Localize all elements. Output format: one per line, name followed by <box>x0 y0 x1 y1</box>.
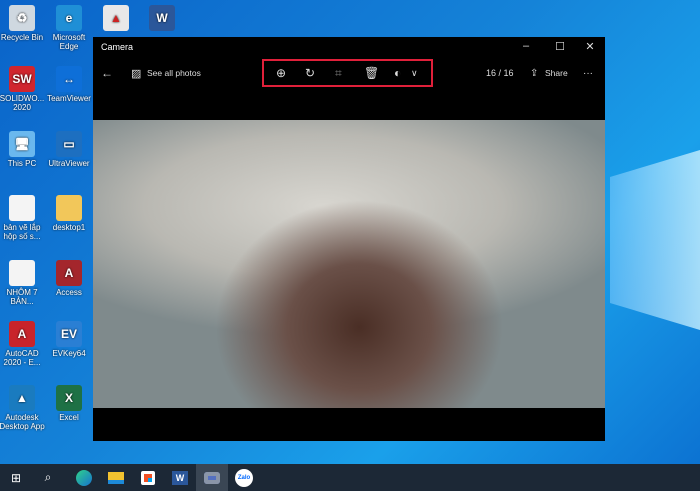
desktop-icon[interactable]: ▭ UltraViewer <box>46 131 92 168</box>
desktop-icon[interactable]: EV EVKey64 <box>46 321 92 358</box>
desktop-icon-label: SOLIDWO... 2020 <box>0 94 45 112</box>
file-explorer-icon[interactable] <box>100 464 132 491</box>
desktop-icon-label: UltraViewer <box>48 159 90 168</box>
desktop-icon[interactable]: desktop1 <box>46 195 92 232</box>
desktop-icon[interactable]: X Excel <box>46 385 92 422</box>
start-button[interactable]: ⊞ <box>0 464 32 491</box>
maximize-button[interactable]: ☐ <box>552 40 568 53</box>
share-button[interactable]: Share <box>545 68 568 78</box>
app-icon: ▲ <box>9 385 35 411</box>
app-icon: ↔ <box>56 66 82 92</box>
app-icon <box>9 260 35 286</box>
desktop-icon[interactable]: e Microsoft Edge <box>46 5 92 51</box>
desktop-icon[interactable]: ↔ TeamViewer <box>46 66 92 103</box>
desktop-icon[interactable]: ▲ Autodesk Desktop App <box>0 385 45 431</box>
desktop-icon-label: AutoCAD 2020 - E... <box>3 349 41 367</box>
close-button[interactable]: ✕ <box>582 40 598 53</box>
desktop-icon[interactable]: A AutoCAD 2020 - E... <box>0 321 45 367</box>
desktop-icon[interactable]: A Access <box>46 260 92 297</box>
search-icon[interactable]: ⌕ <box>32 464 64 491</box>
store-icon[interactable] <box>132 464 164 491</box>
app-icon: ▲ <box>103 5 129 31</box>
desktop-icon[interactable]: W <box>139 5 185 33</box>
app-icon: EV <box>56 321 82 347</box>
highlight-box <box>262 59 433 87</box>
share-icon[interactable]: ⇪ <box>530 68 538 79</box>
app-icon: 🖥 <box>9 131 35 157</box>
app-icon: X <box>56 385 82 411</box>
desktop-icon-label: This PC <box>7 159 37 168</box>
app-icon: A <box>56 260 82 286</box>
taskbar: ⊞ ⌕ W Zalo <box>0 464 700 491</box>
desktop-icon[interactable]: ♻ Recycle Bin <box>0 5 45 42</box>
desktop-icon-label: TeamViewer <box>47 94 91 103</box>
desktop-icon-label: Autodesk Desktop App <box>0 413 45 431</box>
see-all-photos-link[interactable]: See all photos <box>147 68 201 78</box>
app-icon: ♻ <box>9 5 35 31</box>
wallpaper-light <box>610 150 700 330</box>
blurred-photo <box>93 120 605 408</box>
desktop-icon-label: Microsoft Edge <box>52 33 86 51</box>
image-icon[interactable]: ▨ <box>131 67 141 80</box>
photo-counter: 16 / 16 <box>486 68 514 78</box>
app-icon: ▭ <box>56 131 82 157</box>
app-icon: W <box>149 5 175 31</box>
edge-icon[interactable] <box>68 464 100 491</box>
app-icon: A <box>9 321 35 347</box>
app-icon: SW <box>9 66 35 92</box>
desktop-icon[interactable]: SW SOLIDWO... 2020 <box>0 66 45 112</box>
desktop-icon[interactable]: 🖥 This PC <box>0 131 45 168</box>
desktop-icon-label: Access <box>56 288 82 297</box>
desktop-icon-label: desktop1 <box>52 223 86 232</box>
desktop-icon-label: Excel <box>59 413 79 422</box>
desktop-icon-label: EVKey64 <box>52 349 86 358</box>
zalo-icon[interactable]: Zalo <box>228 464 260 491</box>
window-title: Camera <box>101 42 134 52</box>
desktop-icon[interactable]: ▲ <box>93 5 139 33</box>
app-icon <box>9 195 35 221</box>
desktop-icon-label: NHÔM 7 BẢN... <box>6 288 38 306</box>
desktop-icon-label: bản vẽ lắp hộp số s... <box>3 223 41 241</box>
word-icon[interactable]: W <box>164 464 196 491</box>
desktop-icon[interactable]: NHÔM 7 BẢN... <box>0 260 45 306</box>
photos-window: Camera – ☐ ✕ ← ▨ See all photos ⊕ ↻ ⌗ 🗑 … <box>93 37 605 441</box>
desktop-icon[interactable]: bản vẽ lắp hộp số s... <box>0 195 45 241</box>
camera-icon[interactable] <box>196 464 228 491</box>
app-icon <box>56 195 82 221</box>
back-arrow-icon[interactable]: ← <box>101 66 113 80</box>
more-options-button[interactable]: ··· <box>583 68 593 79</box>
app-icon: e <box>56 5 82 31</box>
minimize-button[interactable]: – <box>518 40 534 52</box>
desktop-icon-label: Recycle Bin <box>0 33 44 42</box>
